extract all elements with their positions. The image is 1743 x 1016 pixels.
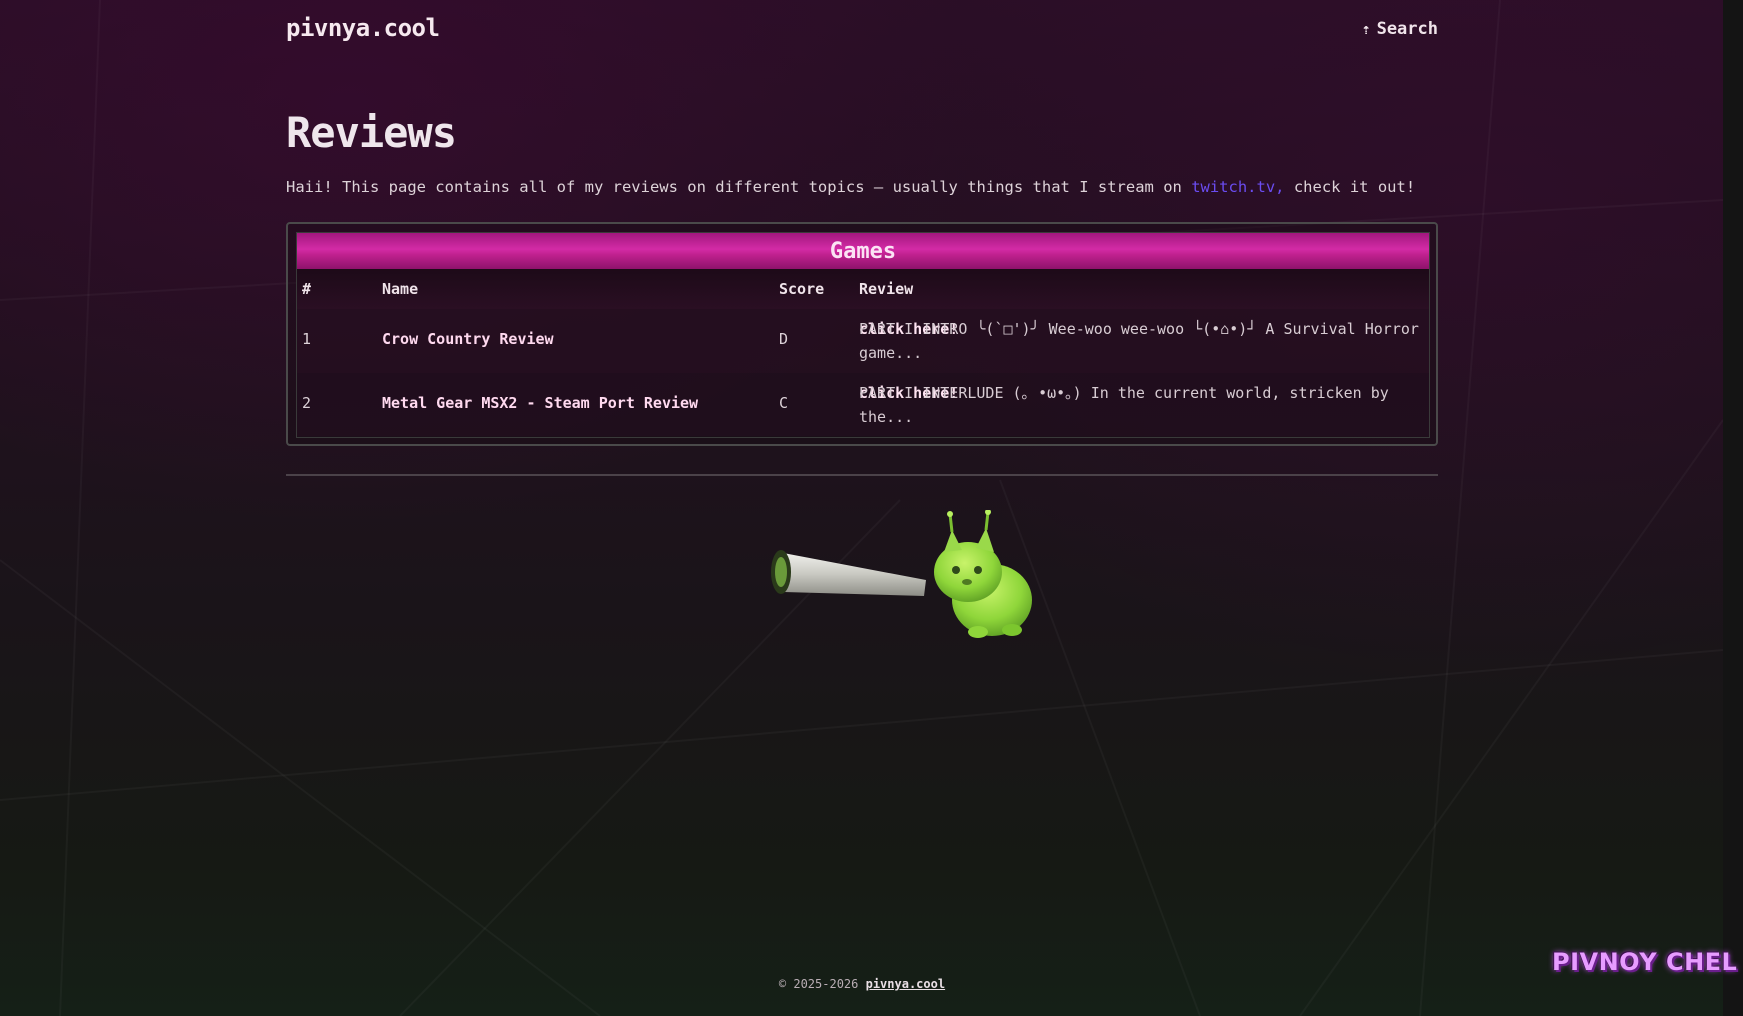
table-row: 1 Crow Country Review D PART I INTRO ╰(`…	[297, 309, 1429, 373]
review-score: C	[779, 394, 789, 412]
search-link[interactable]: ⇡ Search	[1362, 19, 1438, 39]
top-bar: pivnya.cool ⇡ Search	[286, 0, 1438, 62]
footer-site-link[interactable]: pivnya.cool	[866, 977, 945, 991]
page-container: pivnya.cool ⇡ Search Reviews Haii! This …	[286, 0, 1438, 991]
pivnoy-chel-badge[interactable]: PIVNOY CHEL	[1552, 948, 1737, 976]
page-title: Reviews	[286, 108, 457, 157]
review-excerpt: PART I INTRO ╰(`□')╯ Wee-woo wee-woo └(•…	[859, 317, 1419, 362]
review-title-link[interactable]: Metal Gear MSX2 - Steam Port Review	[382, 394, 698, 412]
green-cat-image	[771, 510, 1032, 638]
column-header-review: Review	[859, 280, 914, 298]
column-header-number: #	[302, 280, 312, 298]
table-row: 2 Metal Gear MSX2 - Steam Port Review C …	[297, 373, 1429, 436]
footer: © 2025-2026 pivnya.cool	[286, 977, 1438, 991]
row-number: 2	[302, 394, 312, 412]
scrollbar-track[interactable]	[1723, 0, 1743, 1016]
footer-copyright: © 2025-2026	[778, 977, 866, 991]
games-table-caption: Games	[297, 233, 1429, 269]
games-table-frame: Games # Name Score Review 1 Crow Country…	[286, 222, 1438, 446]
column-header-name: Name	[382, 280, 419, 298]
table-header-row: # Name Score Review	[297, 269, 1429, 309]
review-score: D	[779, 330, 789, 348]
site-title-link[interactable]: pivnya.cool	[286, 14, 440, 42]
background-texture	[0, 0, 1723, 1016]
row-number: 1	[302, 330, 312, 348]
review-excerpt-text: PART I INTRO ╰(`□')╯ Wee-woo wee-woo └(•…	[859, 320, 1419, 362]
twitch-link[interactable]: twitch.tv,	[1191, 178, 1284, 196]
intro-text-end: check it out!	[1284, 178, 1416, 196]
intro-text-start: Haii! This page contains all of my revie…	[286, 178, 1192, 196]
column-header-score: Score	[779, 280, 825, 298]
review-excerpt: PART I INTERLUDE (｡ •ω•｡) In the current…	[859, 381, 1419, 426]
review-excerpt-text: PART I INTERLUDE (｡ •ω•｡) In the current…	[859, 384, 1389, 426]
section-divider	[286, 474, 1438, 476]
arrow-up-icon: ⇡	[1361, 20, 1371, 38]
intro-text: Haii! This page contains all of my revie…	[286, 178, 1415, 196]
review-title-link[interactable]: Crow Country Review	[382, 330, 554, 348]
search-label: Search	[1376, 19, 1438, 39]
games-table: Games # Name Score Review 1 Crow Country…	[296, 232, 1430, 438]
